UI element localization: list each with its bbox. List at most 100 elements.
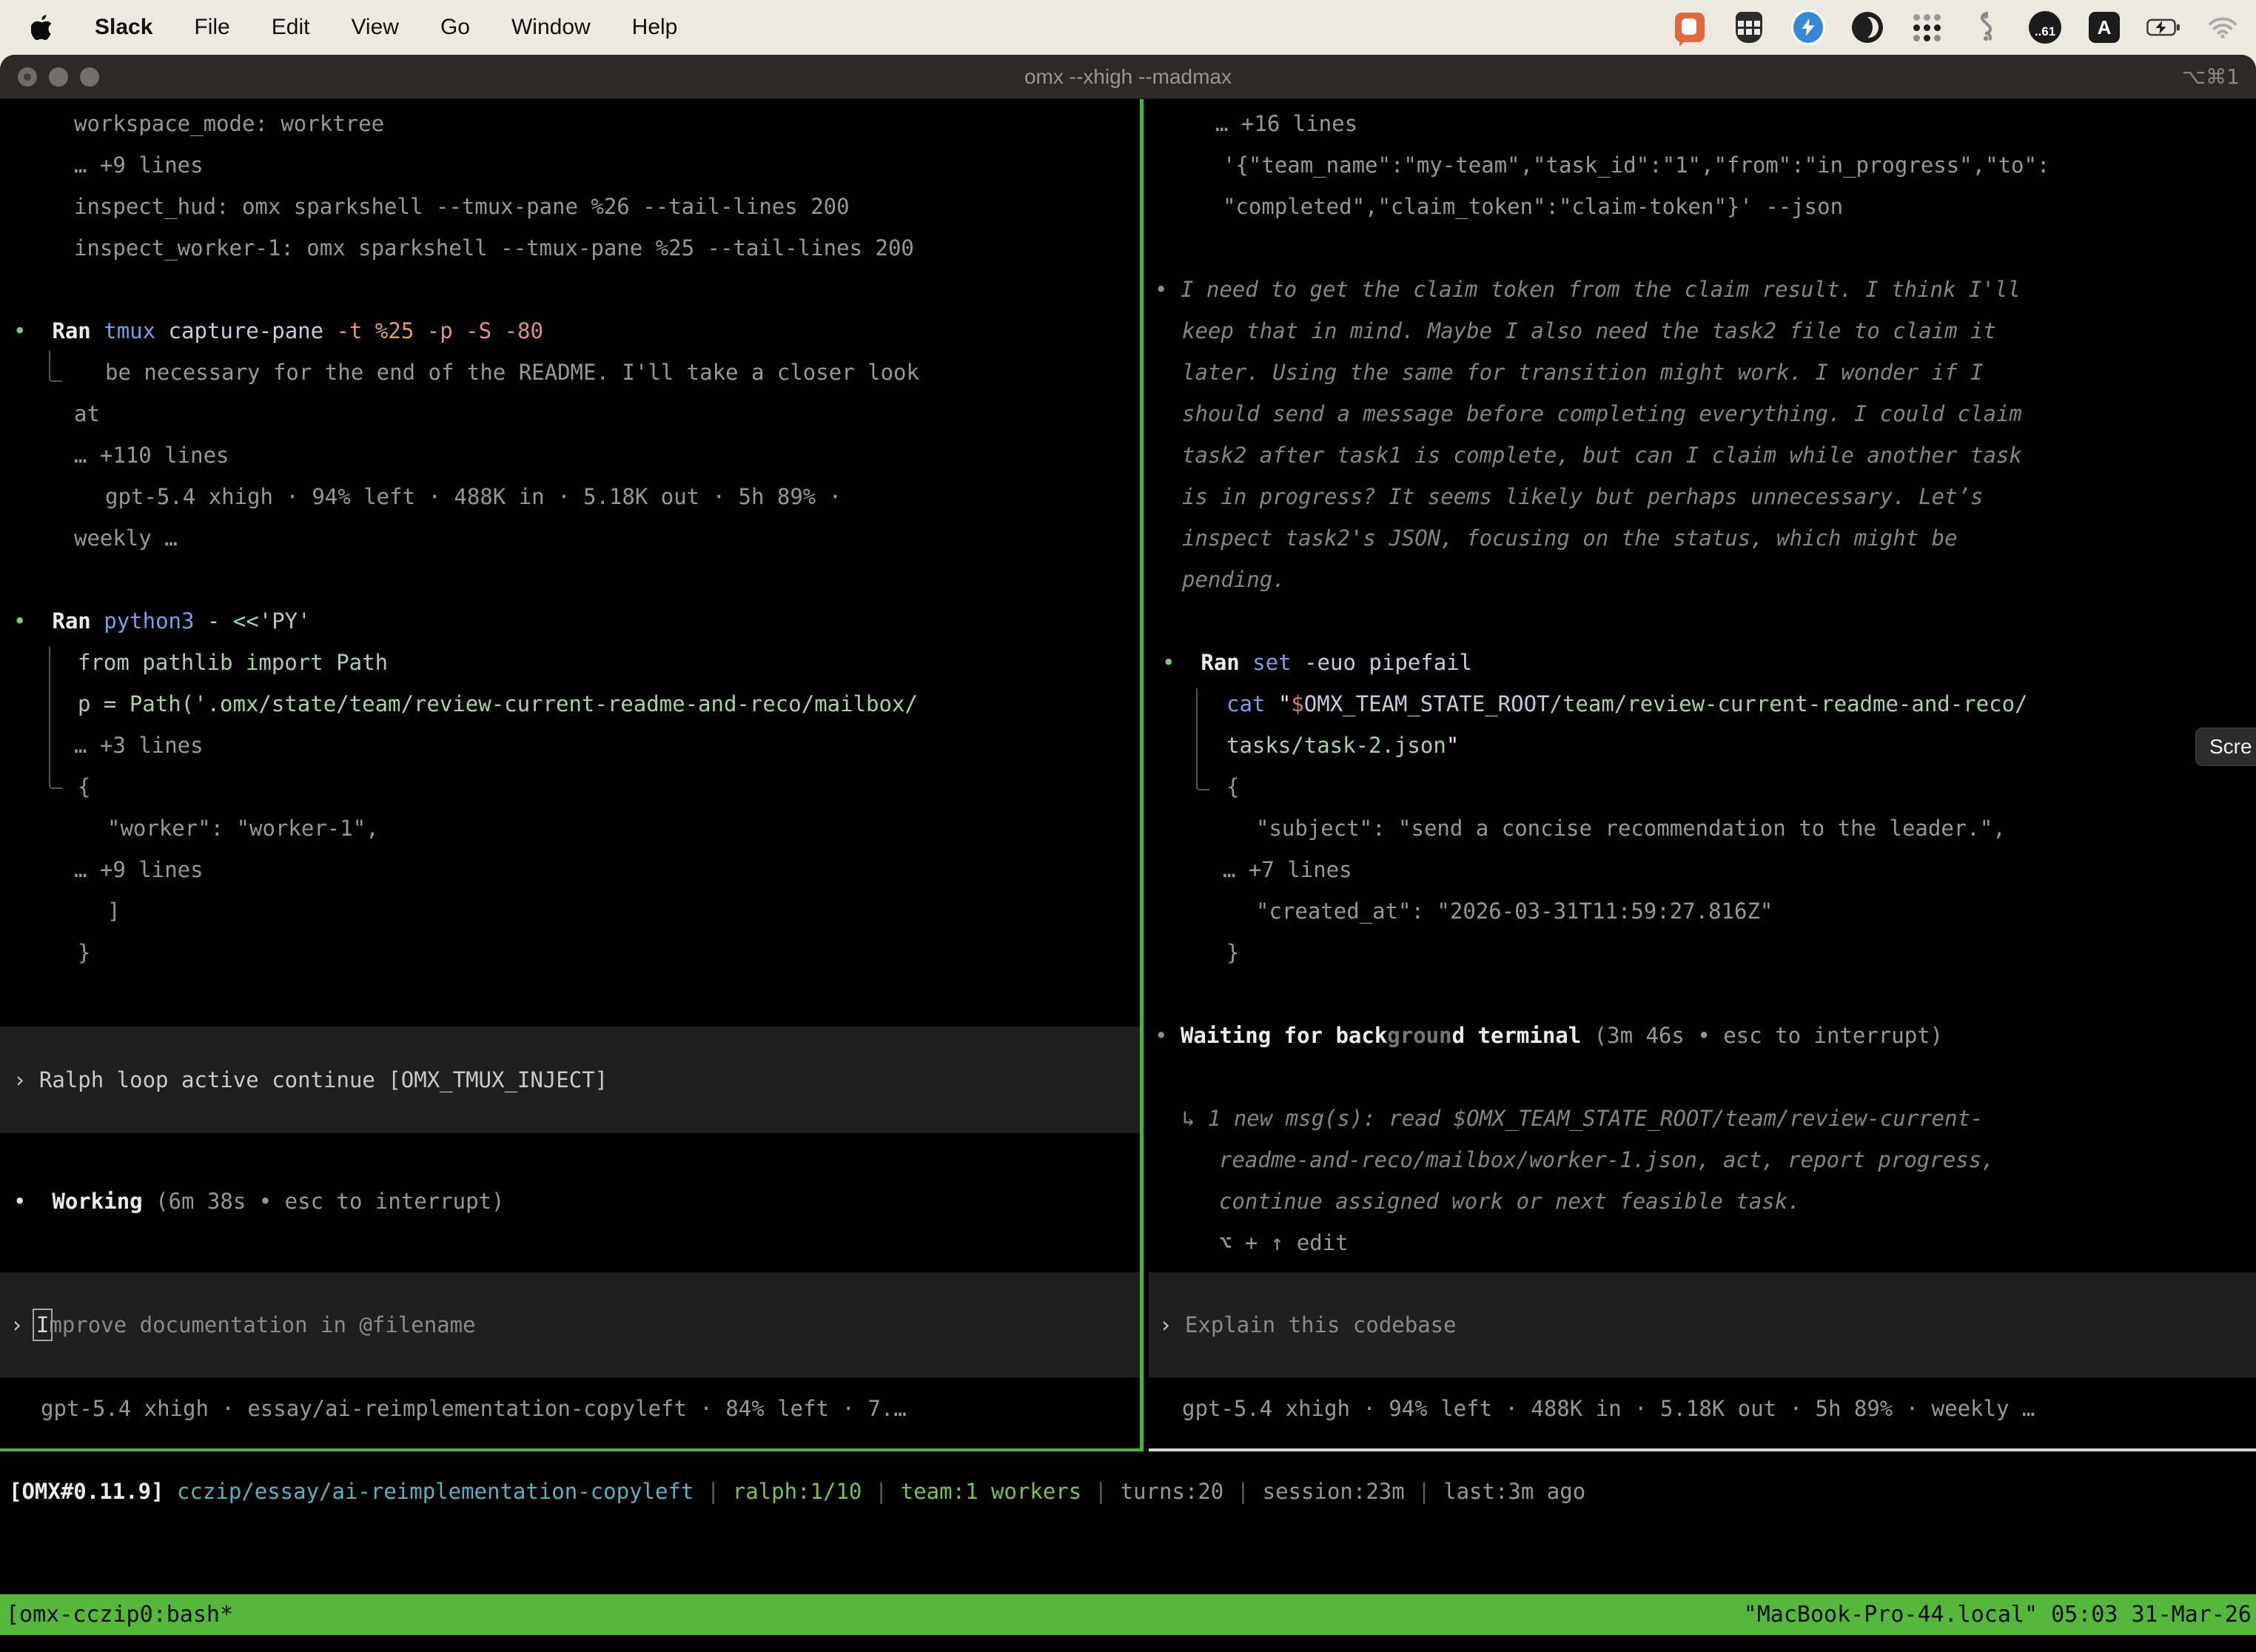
- text-segment: ": [1446, 733, 1459, 758]
- text-segment: [414, 318, 426, 343]
- text-segment: "worker": "worker-1",: [107, 816, 379, 841]
- text-segment: {: [1226, 774, 1239, 799]
- menu-item-app[interactable]: Slack: [95, 15, 152, 40]
- dots-grid-menu-icon[interactable]: [1910, 10, 1944, 44]
- menu-item-go[interactable]: Go: [440, 15, 470, 40]
- terminal-line: is in progress? It seems likely but perh…: [1149, 476, 2256, 517]
- terminal-line: tasks/task-2.json": [1149, 725, 2256, 766]
- text-segment: {: [78, 774, 90, 799]
- text-segment: cat: [1226, 691, 1265, 716]
- terminal-line: inspect_worker-1: omx sparkshell --tmux-…: [0, 227, 1140, 269]
- menu-item-window[interactable]: Window: [511, 15, 591, 40]
- text-segment: -80: [505, 318, 543, 343]
- text-segment: ralph:1/10: [733, 1479, 862, 1504]
- count-badge-icon[interactable]: ..61: [2028, 10, 2062, 44]
- terminal-line: from pathlib import Path: [0, 642, 1140, 683]
- text-segment: |: [694, 1479, 732, 1504]
- text-segment: I need to get the claim token from the c…: [1181, 277, 2021, 302]
- tmux-host-clock: "MacBook-Pro-44.local" 05:03 31-Mar-26: [1744, 1602, 2256, 1628]
- prompt-input[interactable]: › Explain this codebase: [1149, 1272, 2256, 1377]
- menu-bar-left: Slack File Edit View Go Window Help: [0, 15, 677, 40]
- text-segment: I: [36, 1312, 49, 1337]
- terminal-line: continue assigned work or next feasible …: [1149, 1181, 2256, 1222]
- keyboard-layout-icon[interactable]: A: [2087, 10, 2121, 44]
- text-segment: $: [1291, 691, 1303, 716]
- chat-app-icon[interactable]: [1673, 10, 1707, 44]
- terminal-line: later. Using the same for transition mig…: [1149, 352, 2256, 393]
- text-segment: pending.: [1182, 567, 1286, 592]
- text-segment: … +16 lines: [1215, 111, 1357, 136]
- text-segment: |: [1405, 1479, 1443, 1504]
- terminal-blank-line: [0, 269, 1140, 310]
- crescent-icon: [1852, 12, 1883, 43]
- terminal-line: • Working (6m 38s • esc to interrupt): [0, 1181, 1140, 1222]
- terminal-line: {: [0, 766, 1140, 807]
- apple-menu-icon[interactable]: [31, 15, 53, 40]
- text-segment: is in progress? It seems likely but perh…: [1182, 484, 1984, 509]
- terminal-line: … +9 lines: [0, 849, 1140, 890]
- text-segment: task2 after task1 is complete, but can I…: [1182, 443, 2022, 468]
- spacer: [1149, 973, 2256, 1015]
- text-segment: "completed","claim_token":"claim-token"}…: [1223, 194, 1843, 219]
- text-segment: ]: [107, 899, 120, 924]
- terminal-line: [OMX#0.11.9] cczip/essay/ai-reimplementa…: [0, 1471, 2256, 1512]
- text-segment: … +9 lines: [74, 152, 204, 178]
- text-segment: Waiting for back: [1181, 1023, 1387, 1048]
- text-segment: <<'PY': [233, 608, 311, 634]
- battery-icon[interactable]: [2146, 10, 2181, 44]
- zap-app-icon[interactable]: [1791, 10, 1825, 44]
- macos-desktop: { "menubar": { "app_name": "Slack", "men…: [0, 0, 2256, 1652]
- text-segment: from pathlib import Path: [78, 650, 388, 675]
- moon-app-icon[interactable]: [1850, 10, 1884, 44]
- text-segment: [1167, 277, 1180, 302]
- text-segment: continue assigned work or next feasible …: [1219, 1189, 1801, 1214]
- terminal-line: gpt-5.4 xhigh · 94% left · 488K in · 5.1…: [1149, 1388, 2256, 1429]
- terminal-content: workspace_mode: worktree… +9 linesinspec…: [0, 99, 2256, 1652]
- terminal-line: be necessary for the end of the README. …: [0, 352, 1140, 393]
- text-segment: -t: [337, 318, 363, 343]
- menu-item-help[interactable]: Help: [632, 15, 678, 40]
- window-titlebar[interactable]: omx --xhigh --madmax ⌥⌘1: [0, 55, 2256, 99]
- shield-app-icon[interactable]: [1732, 10, 1766, 44]
- terminal-line: ↳ 1 new msg(s): read $OMX_TEAM_STATE_ROO…: [1149, 1098, 2256, 1139]
- spacer: [1149, 1377, 2256, 1388]
- text-segment: "created_at": "2026-03-31T11:59:27.816Z": [1256, 899, 1773, 924]
- menu-item-view[interactable]: View: [351, 15, 398, 40]
- tmux-pane-divider[interactable]: [1140, 99, 1144, 1451]
- prompt-input[interactable]: › Improve documentation in @filename: [0, 1272, 1140, 1377]
- text-segment: [91, 608, 104, 634]
- terminal-line: pending.: [1149, 559, 2256, 600]
- text-segment: … +3 lines: [74, 733, 204, 758]
- menu-item-file[interactable]: File: [194, 15, 229, 40]
- text-segment: … +7 lines: [1223, 857, 1352, 882]
- wifi-icon[interactable]: [2206, 10, 2240, 44]
- squiggle-status-icon[interactable]: [1969, 10, 2003, 44]
- spacer: [0, 1222, 1140, 1272]
- text-segment: python3: [104, 608, 194, 634]
- terminal-line: at: [0, 393, 1140, 434]
- tmux-pane-right[interactable]: … +16 lines'{"team_name":"my-team","task…: [1149, 99, 2256, 1451]
- text-segment: later. Using the same for transition mig…: [1182, 360, 1984, 385]
- text-segment: [1167, 1023, 1180, 1048]
- tmux-pane-left[interactable]: workspace_mode: worktree… +9 linesinspec…: [0, 99, 1140, 1451]
- text-segment: be necessary for the end of the README. …: [105, 360, 919, 385]
- spacer: [1149, 1263, 2256, 1272]
- terminal-line: "subject": "send a concise recommendatio…: [1149, 807, 2256, 849]
- menu-bar-status-icons: ..61 A: [1673, 10, 2256, 44]
- menu-item-edit[interactable]: Edit: [272, 15, 310, 40]
- terminal-line: "completed","claim_token":"claim-token"}…: [1149, 186, 2256, 227]
- text-segment: Ran: [1201, 650, 1239, 675]
- text-segment: [164, 1479, 177, 1504]
- text-segment: ›: [13, 1067, 39, 1092]
- terminal-blank-line: [1149, 227, 2256, 269]
- terminal-line: … +16 lines: [1149, 103, 2256, 144]
- text-segment: ": [1265, 691, 1291, 716]
- output-connector-line: [49, 647, 62, 789]
- terminal-blank-line: [0, 559, 1140, 600]
- terminal-line: p = Path('.omx/state/team/review-current…: [0, 683, 1140, 725]
- terminal-line: … +9 lines: [0, 144, 1140, 186]
- text-segment: … +110 lines: [74, 443, 229, 468]
- text-segment: }: [78, 940, 90, 965]
- text-segment: [453, 318, 466, 343]
- text-segment: set: [1252, 650, 1291, 675]
